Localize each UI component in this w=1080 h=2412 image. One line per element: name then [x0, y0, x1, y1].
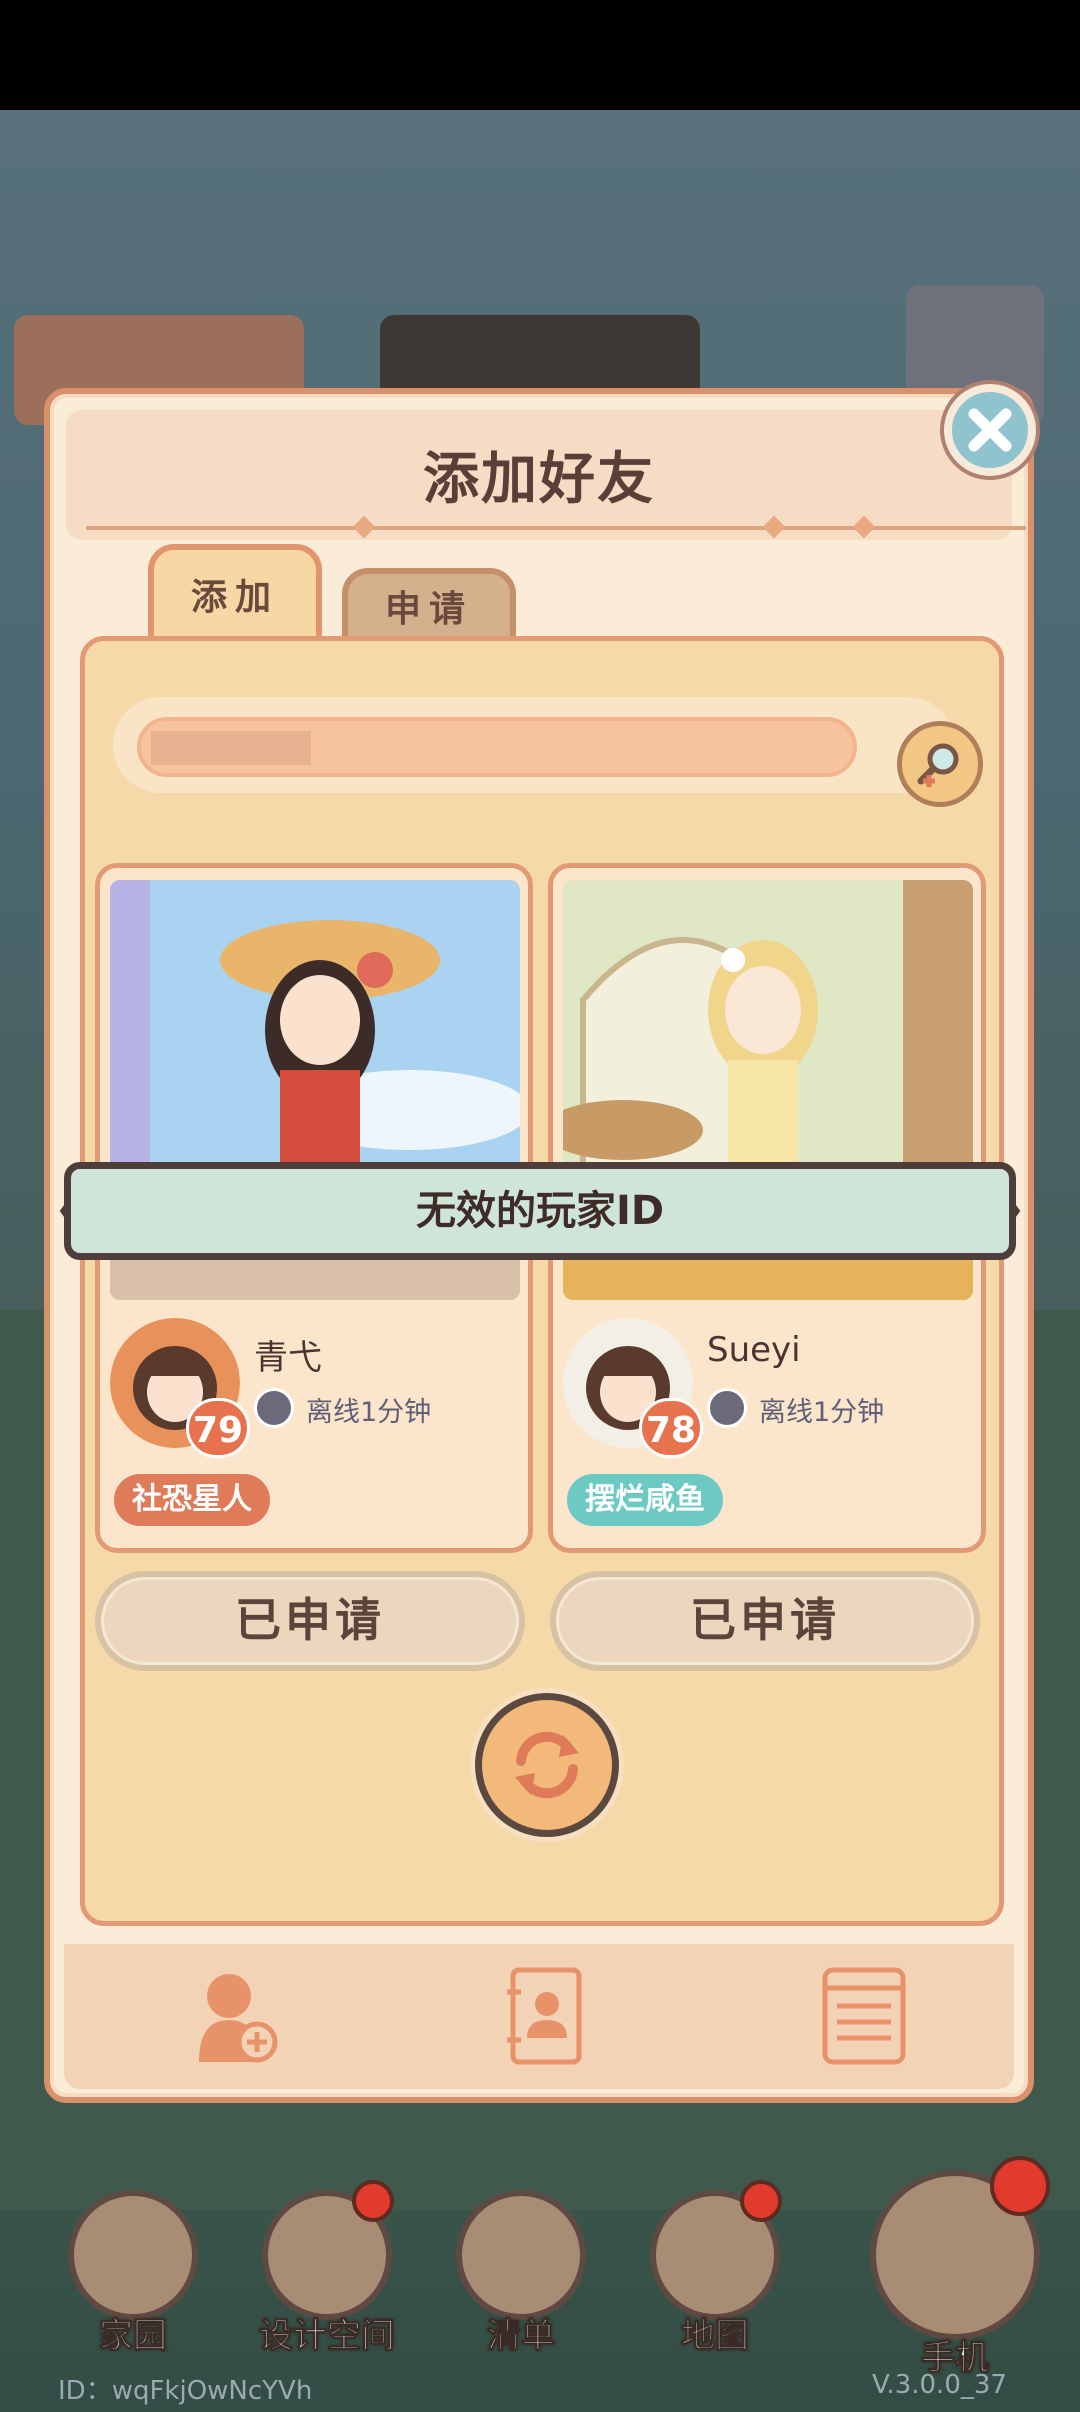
close-icon	[968, 408, 1012, 452]
player-name: 青弋	[254, 1338, 322, 1378]
dialog-bottom-nav	[64, 1944, 1014, 2089]
version-label: V.3.0.0_37	[872, 2370, 1007, 2400]
search-button[interactable]	[897, 721, 983, 807]
title-band: 添加好友	[66, 410, 1026, 540]
add-friend-icon	[199, 1974, 278, 2063]
nav-map[interactable]: 地图	[640, 2180, 790, 2357]
offline-status-dot	[707, 1388, 747, 1428]
player-tag: 社恐星人	[114, 1474, 270, 1526]
player-id-input[interactable]	[137, 717, 857, 777]
nav-home[interactable]: 家园	[58, 2190, 208, 2357]
notification-dot	[352, 2180, 394, 2222]
refresh-icon	[515, 1731, 579, 1799]
tab-add[interactable]: 添加	[148, 544, 322, 644]
online-status: 离线1分钟	[759, 1397, 885, 1428]
contacts-book-icon	[507, 1967, 582, 2065]
player-level-badge: 79	[186, 1398, 250, 1458]
divider-ornament	[762, 515, 786, 539]
player-name: Sueyi	[707, 1330, 801, 1370]
nav-label: 地图	[681, 2316, 750, 2357]
online-status: 离线1分钟	[306, 1397, 432, 1428]
search-icon	[917, 743, 959, 787]
nav-label: 清单	[487, 2316, 556, 2357]
blurred-input-text	[151, 731, 311, 765]
add-friend-panel: 79 青弋 离线1分钟 社恐星人 78 Sueyi 离线1分钟 摆烂咸鱼 已申请…	[80, 636, 1004, 1926]
notification-dot	[740, 2180, 782, 2222]
search-bar	[113, 697, 983, 807]
applied-button[interactable]: 已申请	[550, 1571, 980, 1671]
applied-button[interactable]: 已申请	[95, 1571, 525, 1671]
offline-status-dot	[254, 1388, 294, 1428]
contacts-nav-button[interactable]	[494, 1966, 594, 2066]
nav-phone[interactable]: 手机	[870, 2156, 1050, 2379]
nav-label: 设计空间	[259, 2316, 396, 2357]
close-button[interactable]	[944, 384, 1036, 476]
notification-dot	[990, 2156, 1050, 2216]
title-divider	[86, 526, 1026, 530]
list-nav-button[interactable]	[814, 1966, 914, 2066]
add-friend-nav-button[interactable]	[184, 1966, 284, 2066]
player-id-label: ID：wqFkjOwNcYVh	[58, 2376, 313, 2406]
list-icon	[822, 1967, 906, 2065]
nav-label: 家园	[99, 2316, 168, 2357]
refresh-button[interactable]	[475, 1693, 619, 1837]
nav-checklist[interactable]: 清单	[446, 2190, 596, 2357]
error-toast: 无效的玩家ID	[64, 1162, 1016, 1260]
tab-apply[interactable]: 申请	[342, 568, 516, 644]
player-level-badge: 78	[639, 1398, 703, 1458]
nav-design-space[interactable]: 设计空间	[252, 2180, 402, 2357]
dialog-title: 添加好友	[423, 447, 655, 512]
divider-ornament	[352, 515, 376, 539]
checklist-icon	[456, 2190, 586, 2320]
divider-ornament	[852, 515, 876, 539]
player-tag: 摆烂咸鱼	[567, 1474, 723, 1526]
home-icon	[68, 2190, 198, 2320]
